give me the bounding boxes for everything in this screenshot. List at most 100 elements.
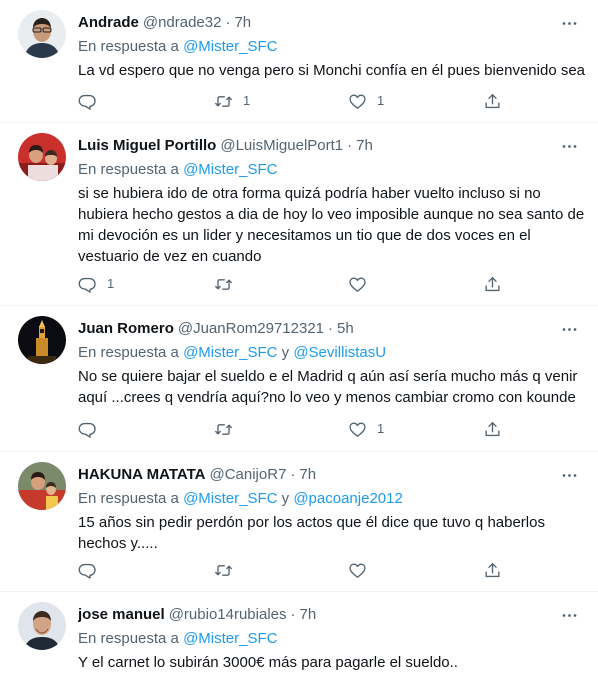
timestamp[interactable]: 7h bbox=[300, 605, 317, 625]
reply-button[interactable] bbox=[78, 558, 107, 582]
action-bar: 1 bbox=[78, 417, 508, 441]
user-handle[interactable]: @rubio14rubiales bbox=[169, 605, 287, 625]
user-handle[interactable]: @ndrade32 bbox=[143, 13, 222, 33]
like-button[interactable] bbox=[348, 558, 377, 582]
separator: · bbox=[328, 320, 334, 337]
tweet-text: 15 años sin pedir perdón por los actos q… bbox=[78, 514, 545, 552]
user-handle[interactable]: @JuanRom29712321 bbox=[178, 319, 324, 339]
reply-prefix: En respuesta a bbox=[78, 38, 179, 55]
reply-context: En respuesta a @Mister_SFC y @Sevillista… bbox=[78, 343, 386, 363]
heart-icon bbox=[348, 561, 367, 580]
timestamp[interactable]: 7h bbox=[356, 136, 373, 156]
tweet[interactable]: jose manuel @rubio14rubiales · 7h En res… bbox=[0, 592, 598, 675]
like-button[interactable] bbox=[348, 272, 377, 296]
heart-icon bbox=[348, 275, 367, 294]
timestamp[interactable]: 5h bbox=[337, 319, 354, 339]
retweet-button[interactable] bbox=[214, 417, 243, 441]
reply-count: 1 bbox=[107, 276, 115, 291]
display-name[interactable]: HAKUNA MATATA bbox=[78, 465, 205, 485]
tweet[interactable]: Juan Romero @JuanRom29712321 · 5h En res… bbox=[0, 306, 598, 452]
more-horizontal-icon[interactable] bbox=[558, 318, 580, 340]
avatar[interactable] bbox=[18, 133, 66, 181]
share-icon bbox=[483, 561, 502, 580]
heart-icon bbox=[348, 92, 367, 111]
more-horizontal-icon[interactable] bbox=[558, 12, 580, 34]
tweet-header: Juan Romero @JuanRom29712321 · 5h bbox=[78, 319, 554, 339]
mention-link[interactable]: @Mister_SFC bbox=[183, 344, 277, 361]
tweet-text: No se quiere bajar el sueldo e el Madrid… bbox=[78, 368, 578, 406]
reply-prefix: En respuesta a bbox=[78, 161, 179, 178]
avatar[interactable] bbox=[18, 316, 66, 364]
display-name[interactable]: Juan Romero bbox=[78, 319, 174, 339]
tweet-header: jose manuel @rubio14rubiales · 7h bbox=[78, 605, 554, 625]
separator: · bbox=[347, 137, 353, 154]
display-name[interactable]: jose manuel bbox=[78, 605, 165, 625]
separator: · bbox=[290, 466, 296, 483]
like-count: 1 bbox=[377, 421, 385, 436]
display-name[interactable]: Andrade bbox=[78, 13, 139, 33]
reply-conjunction: y bbox=[281, 344, 290, 361]
tweet-text: Y el carnet lo subirán 3000€ más para pa… bbox=[78, 654, 458, 671]
share-icon bbox=[483, 420, 502, 439]
user-handle[interactable]: @CanijoR7 bbox=[209, 465, 286, 485]
reply-icon bbox=[78, 92, 97, 111]
timestamp[interactable]: 7h bbox=[234, 13, 251, 33]
retweet-icon bbox=[214, 420, 233, 439]
mention-link[interactable]: @Mister_SFC bbox=[183, 161, 277, 178]
reply-button[interactable] bbox=[78, 89, 107, 113]
mention-link[interactable]: @Mister_SFC bbox=[183, 490, 277, 507]
retweet-button[interactable] bbox=[214, 558, 243, 582]
tweet-text: si se hubiera ido de otra forma quizá po… bbox=[78, 185, 585, 265]
action-bar bbox=[78, 558, 508, 582]
tweet-header: Andrade @ndrade32 · 7h bbox=[78, 13, 554, 33]
mention-link[interactable]: @pacoanje2012 bbox=[293, 490, 402, 507]
action-bar: 1 bbox=[78, 272, 508, 296]
avatar[interactable] bbox=[18, 10, 66, 58]
share-button[interactable] bbox=[483, 417, 502, 441]
mention-link[interactable]: @SevillistasU bbox=[293, 344, 386, 361]
mention-link[interactable]: @Mister_SFC bbox=[183, 630, 277, 647]
like-button[interactable]: 1 bbox=[348, 89, 384, 113]
retweet-icon bbox=[214, 561, 233, 580]
more-horizontal-icon[interactable] bbox=[558, 464, 580, 486]
retweet-icon bbox=[214, 92, 233, 111]
reply-button[interactable]: 1 bbox=[78, 272, 114, 296]
reply-icon bbox=[78, 561, 97, 580]
timestamp[interactable]: 7h bbox=[299, 465, 316, 485]
tweet-text: La vd espero que no venga pero si Monchi… bbox=[78, 62, 586, 79]
more-horizontal-icon[interactable] bbox=[558, 604, 580, 626]
reply-prefix: En respuesta a bbox=[78, 344, 179, 361]
reply-context: En respuesta a @Mister_SFC y @pacoanje20… bbox=[78, 489, 403, 509]
user-handle[interactable]: @LuisMiguelPort1 bbox=[220, 136, 343, 156]
reply-context: En respuesta a @Mister_SFC bbox=[78, 629, 277, 649]
share-button[interactable] bbox=[483, 89, 502, 113]
reply-prefix: En respuesta a bbox=[78, 490, 179, 507]
share-button[interactable] bbox=[483, 558, 502, 582]
display-name[interactable]: Luis Miguel Portillo bbox=[78, 136, 216, 156]
separator: · bbox=[290, 606, 296, 623]
tweet[interactable]: HAKUNA MATATA @CanijoR7 · 7h En respuest… bbox=[0, 452, 598, 592]
retweet-button[interactable]: 1 bbox=[214, 89, 250, 113]
reply-button[interactable] bbox=[78, 417, 107, 441]
share-button[interactable] bbox=[483, 272, 502, 296]
tweet[interactable]: Andrade @ndrade32 · 7h En respuesta a @M… bbox=[0, 0, 598, 123]
reply-prefix: En respuesta a bbox=[78, 630, 179, 647]
reply-conjunction: y bbox=[281, 490, 290, 507]
heart-icon bbox=[348, 420, 367, 439]
share-icon bbox=[483, 92, 502, 111]
mention-link[interactable]: @Mister_SFC bbox=[183, 38, 277, 55]
reply-context: En respuesta a @Mister_SFC bbox=[78, 160, 277, 180]
separator: · bbox=[225, 14, 231, 31]
tweet[interactable]: Luis Miguel Portillo @LuisMiguelPort1 · … bbox=[0, 123, 598, 306]
reply-context: En respuesta a @Mister_SFC bbox=[78, 37, 277, 57]
reply-icon bbox=[78, 420, 97, 439]
like-button[interactable]: 1 bbox=[348, 417, 384, 441]
action-bar: 1 1 bbox=[78, 89, 508, 113]
retweet-button[interactable] bbox=[214, 272, 243, 296]
retweet-icon bbox=[214, 275, 233, 294]
retweet-count: 1 bbox=[243, 93, 251, 108]
like-count: 1 bbox=[377, 93, 385, 108]
avatar[interactable] bbox=[18, 602, 66, 650]
avatar[interactable] bbox=[18, 462, 66, 510]
more-horizontal-icon[interactable] bbox=[558, 135, 580, 157]
